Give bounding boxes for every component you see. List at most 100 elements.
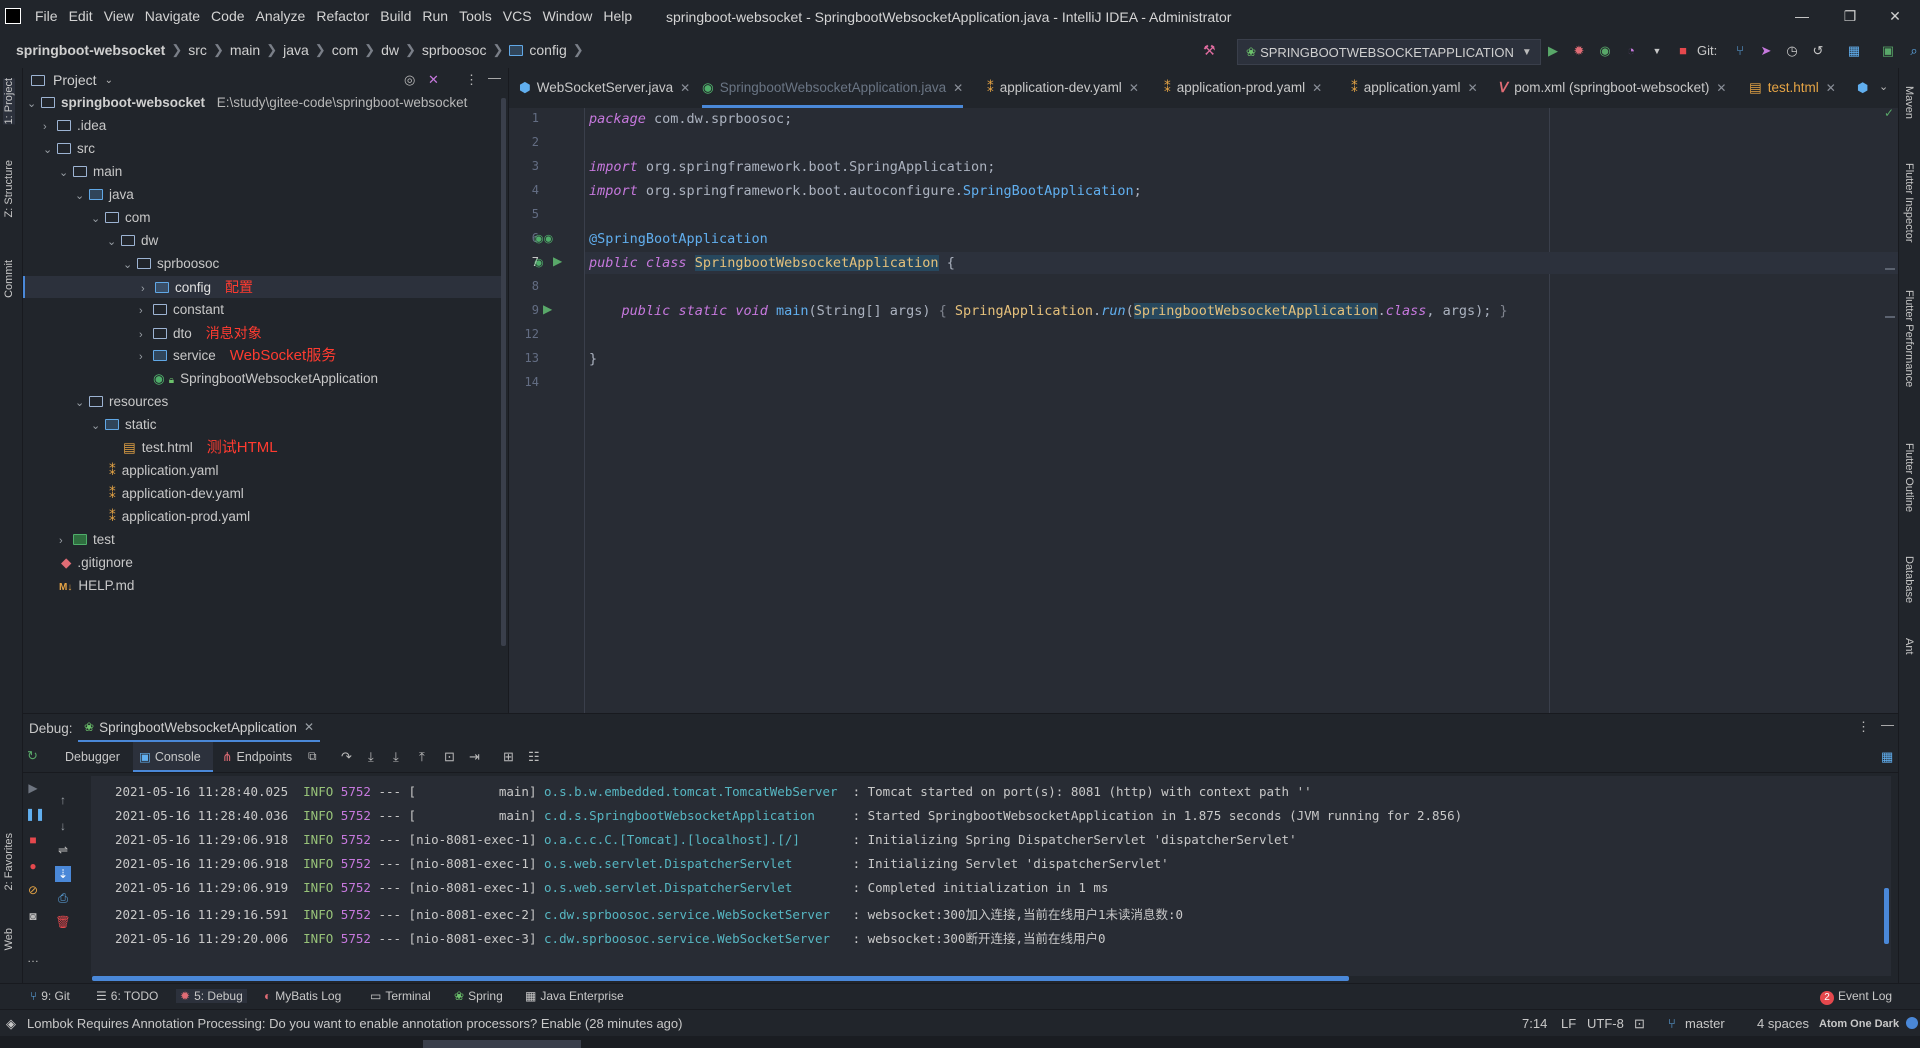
git-push-icon[interactable]: ➤ xyxy=(1758,43,1774,59)
tab-flutter-inspector[interactable]: Flutter Inspector xyxy=(1903,163,1915,242)
tree-item-gitignore[interactable]: ◆ .gitignore xyxy=(61,552,133,574)
run-gutter-icon[interactable]: ▶ xyxy=(543,302,552,316)
close-icon[interactable]: ✕ xyxy=(953,81,963,95)
console-vertical-scrollbar[interactable] xyxy=(1884,888,1889,944)
close-icon[interactable]: ✕ xyxy=(680,81,690,95)
run-configuration-dropdown[interactable]: ❀ SPRINGBOOTWEBSOCKETAPPLICATION ▼ xyxy=(1237,39,1541,65)
tree-item-dw[interactable]: ⌄ dw xyxy=(107,230,158,252)
breadcrumb-main[interactable]: main xyxy=(230,42,260,58)
run-to-cursor-icon[interactable]: ⇥ xyxy=(469,749,480,765)
spring-bean-icon[interactable]: ◉ xyxy=(534,256,544,269)
tree-item-service[interactable]: › service WebSocket服务 xyxy=(139,345,336,367)
theme-name[interactable]: Atom One Dark xyxy=(1819,1018,1899,1030)
locate-icon[interactable]: ◎ xyxy=(404,72,415,88)
menu-code[interactable]: Code xyxy=(211,8,244,24)
readonly-lock-icon[interactable]: ⊡ xyxy=(1634,1016,1645,1032)
tree-item-constant[interactable]: › constant xyxy=(139,299,224,321)
build-hammer-icon[interactable]: ⚒ xyxy=(1203,42,1216,59)
profiler-icon[interactable]: ◔ xyxy=(1623,43,1639,59)
tab-spring[interactable]: ❀ Spring xyxy=(454,989,503,1003)
scroll-to-end-icon[interactable]: ⇣ xyxy=(55,866,71,882)
breadcrumb-project[interactable]: springboot-websocket xyxy=(16,42,165,58)
breadcrumb-dw[interactable]: dw xyxy=(381,42,399,58)
run-gutter-icon[interactable]: ▶ xyxy=(553,254,562,268)
tab-flutter-performance[interactable]: Flutter Performance xyxy=(1903,290,1915,387)
step-into-icon[interactable]: ⤓ xyxy=(368,749,374,765)
mute-breakpoints-icon[interactable]: ⊘ xyxy=(25,882,41,898)
tree-item-java[interactable]: ⌄ java xyxy=(75,184,134,206)
tab-debug[interactable]: ✹ 5: Debug xyxy=(176,989,247,1003)
tree-item-test-html[interactable]: ▤ test.html 测试HTML xyxy=(123,437,278,459)
search-everywhere-icon[interactable]: ⌕ xyxy=(1906,43,1920,59)
notification-icon[interactable]: ◈ xyxy=(6,1016,16,1032)
breadcrumb-java[interactable]: java xyxy=(283,42,309,58)
breadcrumb-sprboosoc[interactable]: sprboosoc xyxy=(422,42,487,58)
console-horizontal-scrollbar[interactable] xyxy=(92,976,1349,981)
chevron-down-icon[interactable]: ⌄ xyxy=(1879,80,1888,93)
git-branch[interactable]: master xyxy=(1685,1016,1725,1031)
tree-item-application-prod-yaml[interactable]: ⁑ application-prod.yaml xyxy=(109,506,250,528)
chevron-down-icon[interactable]: ⌄ xyxy=(105,75,113,86)
tab-git[interactable]: ⑂ 9: Git xyxy=(30,989,70,1003)
tab-pom-xml[interactable]: 𝘝pom.xml (springboot-websocket) ✕ xyxy=(1499,68,1726,108)
tree-scrollbar[interactable] xyxy=(501,98,506,646)
spring-bean-icon[interactable]: ◉◉ xyxy=(534,232,553,245)
tab-ant[interactable]: Ant xyxy=(1903,638,1915,655)
trace-icon[interactable]: ☷ xyxy=(528,749,540,765)
tab-application-yaml[interactable]: ⁑ application.yaml ✕ xyxy=(1351,68,1478,108)
breadcrumb-com[interactable]: com xyxy=(332,42,358,58)
close-icon[interactable]: ✕ xyxy=(1716,81,1726,95)
stop-icon[interactable]: ■ xyxy=(25,832,41,848)
tab-event-log[interactable]: 2 Event Log xyxy=(1820,989,1892,1005)
indent-setting[interactable]: 4 spaces xyxy=(1757,1016,1809,1031)
menu-vcs[interactable]: VCS xyxy=(503,8,532,24)
restore-layout-icon[interactable]: ⧉ xyxy=(308,749,317,764)
project-structure-icon[interactable]: ▦ xyxy=(1846,43,1862,59)
tab-application-prod-yaml[interactable]: ⁑ application-prod.yaml ✕ xyxy=(1164,68,1322,108)
restore-button[interactable]: ❐ xyxy=(1830,3,1870,29)
collapse-all-icon[interactable]: ✕ xyxy=(428,72,439,88)
stop-icon[interactable]: ■ xyxy=(1675,43,1691,59)
tab-web[interactable]: Web xyxy=(3,928,15,950)
tree-root[interactable]: ⌄ springboot-websocket E:\study\gitee-cod… xyxy=(27,92,467,114)
tab-springbootwebsocketapplication-java[interactable]: ◉ SpringbootWebsocketApplication.java ✕ xyxy=(702,68,964,108)
print-icon[interactable]: ⎙ xyxy=(55,890,71,906)
view-breakpoints-icon[interactable]: ● xyxy=(25,858,41,874)
recent-files-icon[interactable]: ⬢ xyxy=(1857,80,1868,96)
tree-item-application-class[interactable]: ◉ 🔒︎ SpringbootWebsocketApplication xyxy=(153,368,378,390)
more-icon[interactable]: … xyxy=(25,950,41,966)
tab-mybatis-log[interactable]: ◐ MyBatis Log xyxy=(264,989,341,1003)
tree-item-test[interactable]: › test xyxy=(59,529,115,551)
step-out-icon[interactable]: ⤒ xyxy=(419,749,425,765)
close-icon[interactable]: ✕ xyxy=(1312,81,1322,95)
tab-terminal[interactable]: ▭ Terminal xyxy=(370,989,431,1003)
rerun-icon[interactable]: ↻ xyxy=(27,748,38,764)
evaluate-expression-icon[interactable]: ⊞ xyxy=(503,749,514,765)
menu-analyze[interactable]: Analyze xyxy=(256,8,306,24)
minimize-button[interactable]: — xyxy=(1782,3,1822,29)
tree-item-main[interactable]: ⌄ main xyxy=(59,161,122,183)
clear-console-icon[interactable]: 🗑︎ xyxy=(55,914,71,930)
history-icon[interactable]: ◷ xyxy=(1784,43,1800,59)
arrow-up-icon[interactable]: ↑ xyxy=(55,792,71,808)
tab-todo[interactable]: ☰ 6: TODO xyxy=(96,989,158,1003)
tree-item-application-dev-yaml[interactable]: ⁑ application-dev.yaml xyxy=(109,483,244,505)
tab-debugger[interactable]: Debugger xyxy=(59,742,135,772)
menu-edit[interactable]: Edit xyxy=(69,8,93,24)
close-icon[interactable]: ✕ xyxy=(1129,81,1139,95)
tab-endpoints[interactable]: ⋔ Endpoints xyxy=(222,742,302,772)
tab-websocketserver-java[interactable]: ⬢ WebSocketServer.java ✕ xyxy=(519,68,690,108)
camera-icon[interactable]: ◙ xyxy=(25,908,41,924)
tree-item-idea[interactable]: › .idea xyxy=(43,115,106,137)
rollback-icon[interactable]: ↺ xyxy=(1810,43,1826,59)
coverage-icon[interactable]: ◉ xyxy=(1597,43,1613,59)
breadcrumb-config[interactable]: config xyxy=(529,42,566,58)
console-output[interactable]: 2021-05-16 11:28:40.025 INFO 5752 --- [ … xyxy=(91,776,1891,976)
chevron-down-icon[interactable]: ▼ xyxy=(1649,43,1665,59)
debug-session-tab[interactable]: ❀ SpringbootWebsocketApplication ✕ xyxy=(78,714,320,742)
run-icon[interactable]: ▶ xyxy=(1545,43,1561,59)
hide-panel-icon[interactable]: — xyxy=(488,70,501,85)
menu-tools[interactable]: Tools xyxy=(459,8,492,24)
tree-item-application-yaml[interactable]: ⁑ application.yaml xyxy=(109,460,219,482)
tab-database[interactable]: Database xyxy=(1903,556,1915,603)
